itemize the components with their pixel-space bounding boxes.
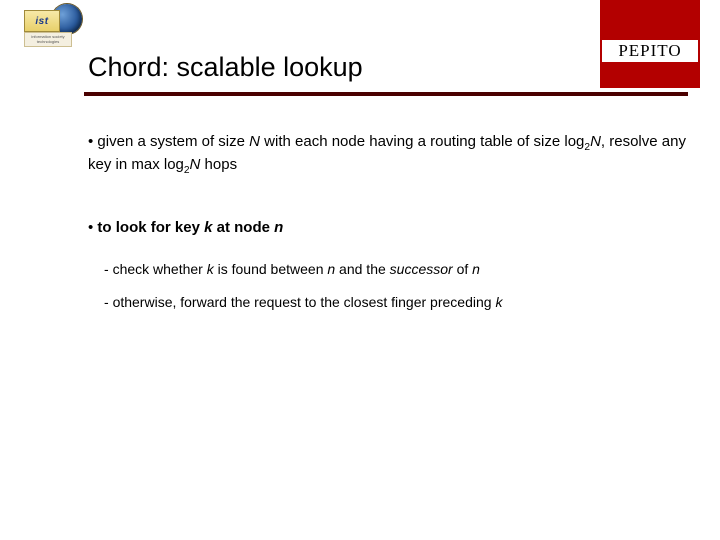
text: otherwise, forward the request to the cl… xyxy=(113,294,496,310)
text: at node xyxy=(212,219,274,236)
ist-logo: ist information society technologies xyxy=(24,4,78,50)
text: with each node having a routing table of… xyxy=(260,133,584,150)
successor: successor xyxy=(390,261,453,277)
bullet-1: given a system of size N with each node … xyxy=(88,132,690,178)
text: to look for key xyxy=(97,219,204,236)
var-N: N xyxy=(590,133,601,150)
var-k: k xyxy=(207,261,214,277)
subbullet-1: check whether k is found between n and t… xyxy=(104,260,690,279)
text: of xyxy=(453,261,472,277)
text: and the xyxy=(335,261,390,277)
slide-body: given a system of size N with each node … xyxy=(88,132,690,326)
var-n: n xyxy=(327,261,335,277)
slide-title: Chord: scalable lookup xyxy=(88,52,363,83)
subbullets: check whether k is found between n and t… xyxy=(104,260,690,312)
ist-caption: information society technologies xyxy=(24,32,72,47)
slide: PEPITO ist information society technolog… xyxy=(0,0,720,540)
var-n: n xyxy=(274,219,283,236)
brand-label: PEPITO xyxy=(602,40,698,62)
spacer xyxy=(88,200,690,218)
ist-caption-2: technologies xyxy=(25,39,71,44)
text: hops xyxy=(200,156,237,173)
title-rule xyxy=(84,92,688,96)
text: given a system of size xyxy=(97,133,249,150)
var-n: n xyxy=(472,261,480,277)
var-N: N xyxy=(249,133,260,150)
text: check whether xyxy=(113,261,207,277)
ist-badge: ist xyxy=(24,10,60,32)
var-k: k xyxy=(495,294,502,310)
bullet-2: to look for key k at node n xyxy=(88,218,690,238)
subbullet-2: otherwise, forward the request to the cl… xyxy=(104,293,690,312)
var-N: N xyxy=(190,156,201,173)
text: is found between xyxy=(214,261,328,277)
